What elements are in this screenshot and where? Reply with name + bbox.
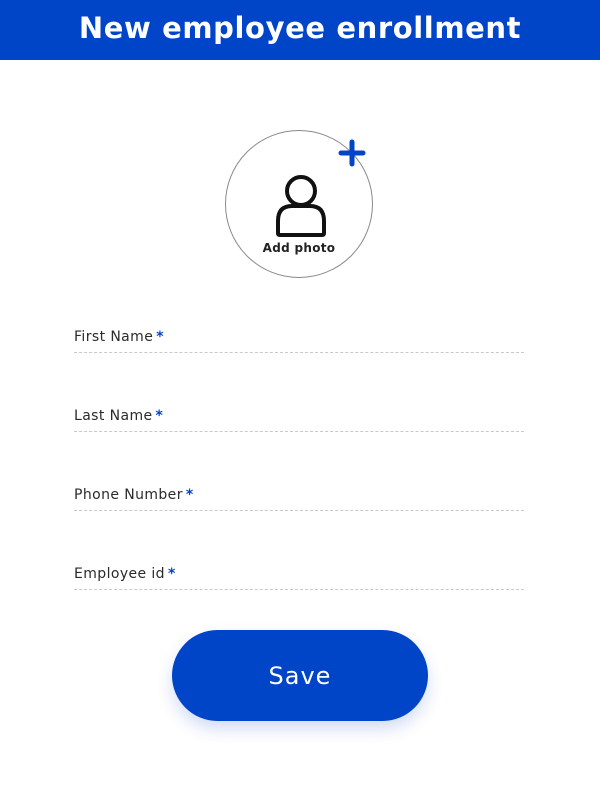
phone-number-field[interactable]: Phone Number * xyxy=(74,487,524,515)
plus-icon[interactable] xyxy=(338,139,366,167)
save-button[interactable]: Save xyxy=(172,630,428,721)
last-name-field[interactable]: Last Name * xyxy=(74,408,524,436)
last-name-input-line xyxy=(74,431,524,432)
employee-id-label: Employee id xyxy=(74,566,165,582)
page-title: New employee enrollment xyxy=(78,11,522,45)
first-name-input-line xyxy=(74,352,524,353)
person-icon xyxy=(276,175,326,237)
employee-id-input-line xyxy=(74,589,524,590)
app-header: New employee enrollment xyxy=(0,0,600,60)
add-photo-label: Add photo xyxy=(262,241,336,255)
phone-number-label: Phone Number xyxy=(74,487,183,503)
last-name-label: Last Name xyxy=(74,408,153,424)
first-name-field[interactable]: First Name * xyxy=(74,329,524,357)
employee-id-field[interactable]: Employee id * xyxy=(74,566,524,594)
required-marker: * xyxy=(185,487,194,503)
required-marker: * xyxy=(167,566,176,582)
first-name-label: First Name xyxy=(74,329,154,345)
phone-number-input-line xyxy=(74,510,524,511)
required-marker: * xyxy=(155,408,164,424)
required-marker: * xyxy=(156,329,164,345)
